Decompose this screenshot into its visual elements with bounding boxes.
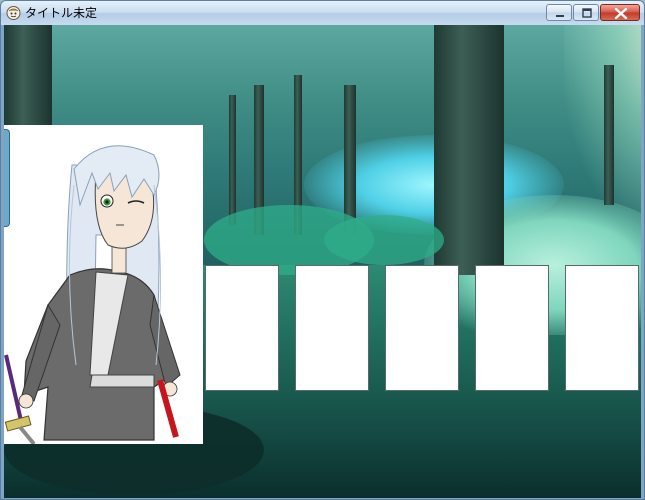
window-title: タイトル未定 (25, 6, 98, 20)
tree-trunk (434, 25, 504, 275)
bush (324, 215, 444, 265)
character-portrait (4, 125, 203, 446)
title-bar[interactable]: タイトル未定 (1, 1, 644, 25)
app-icon (6, 6, 21, 20)
card-slot[interactable] (295, 265, 369, 391)
minimize-icon (556, 15, 564, 17)
tree-trunk (344, 85, 356, 235)
character-illustration (4, 125, 203, 446)
tree-trunk (229, 95, 236, 225)
game-scene[interactable] (4, 25, 641, 498)
tree-trunk (604, 65, 614, 205)
close-icon (614, 7, 628, 20)
card-slot[interactable] (205, 265, 279, 391)
maximize-button[interactable] (573, 4, 599, 21)
maximize-icon (582, 8, 592, 18)
side-tab[interactable] (4, 129, 10, 227)
card-slot[interactable] (475, 265, 549, 391)
minimize-button[interactable] (546, 4, 572, 21)
card-slot[interactable] (385, 265, 459, 391)
app-window: タイトル未定 (0, 0, 645, 500)
close-button[interactable] (600, 4, 640, 21)
card-slot[interactable] (565, 265, 639, 391)
